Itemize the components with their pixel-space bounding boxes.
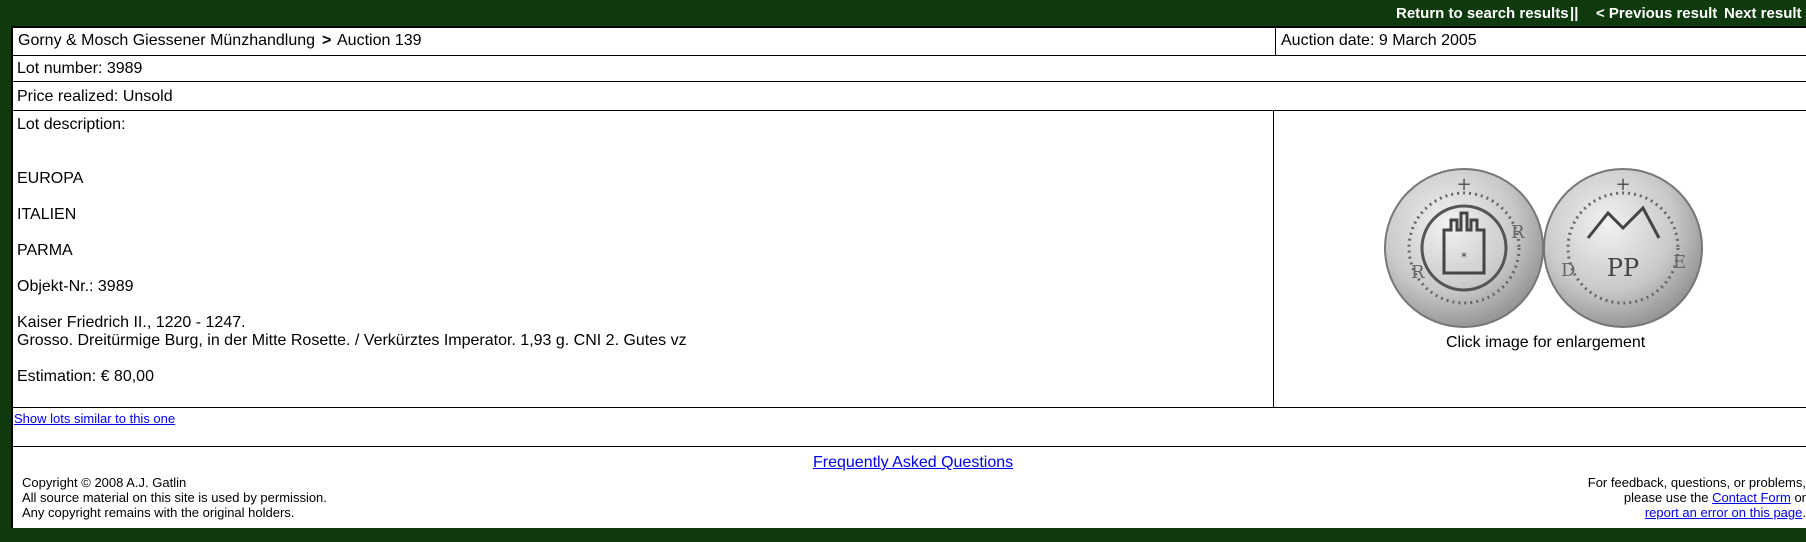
- description-divider: [1273, 110, 1274, 407]
- row-divider: [13, 407, 1806, 408]
- svg-text:E: E: [1673, 252, 1686, 273]
- feedback-suffix: or: [1794, 490, 1806, 505]
- coin-pair-image[interactable]: * + R R PP + D E: [1383, 168, 1703, 330]
- lot-detail-panel: Gorny & Mosch Giessener Münzhandlung > A…: [11, 26, 1806, 528]
- feedback-line: For feedback, questions, or problems,: [1587, 475, 1806, 490]
- svg-text:+: +: [1615, 174, 1630, 195]
- header-divider: [1275, 28, 1276, 55]
- show-similar-lots-link[interactable]: Show lots similar to this one: [14, 411, 175, 426]
- dealer-name: Gorny & Mosch Giessener Münzhandlung: [18, 32, 316, 49]
- lot-line-object-number: Objekt-Nr.: 3989: [17, 278, 134, 295]
- copyright-holders-line: Any copyright remains with the original …: [22, 505, 295, 520]
- top-navigation: Return to search results || < Previous r…: [0, 0, 1806, 26]
- svg-text:D: D: [1561, 260, 1575, 281]
- lot-number: Lot number: 3989: [17, 60, 143, 77]
- row-divider: [13, 110, 1806, 111]
- lot-line-estimation: Estimation: € 80,00: [17, 368, 154, 385]
- row-divider: [13, 446, 1806, 447]
- feedback-contact-line: please use the Contact Form or: [1588, 490, 1806, 505]
- image-caption: Click image for enlargement: [1446, 334, 1646, 351]
- lot-line-region: EUROPA: [17, 170, 84, 187]
- report-error-link[interactable]: report an error on this page: [1645, 505, 1803, 520]
- source-material-line: All source material on this site is used…: [22, 490, 327, 505]
- breadcrumb-arrow: >: [322, 32, 332, 49]
- row-divider: [13, 55, 1806, 56]
- svg-text:+: +: [1456, 174, 1471, 195]
- auction-name: Auction 139: [337, 32, 422, 49]
- contact-form-link[interactable]: Contact Form: [1712, 490, 1791, 505]
- previous-result-link[interactable]: < Previous result: [1596, 5, 1717, 22]
- row-divider: [13, 81, 1806, 82]
- svg-text:PP: PP: [1607, 254, 1639, 282]
- copyright-line: Copyright © 2008 A.J. Gatlin: [22, 475, 187, 490]
- nav-separator: ||: [1570, 5, 1579, 22]
- svg-text:R: R: [1511, 222, 1525, 243]
- coin-image[interactable]: * + R R PP + D E: [1383, 168, 1703, 330]
- next-result-link[interactable]: Next result >: [1724, 5, 1806, 22]
- lot-line-country: ITALIEN: [17, 206, 77, 223]
- faq-link[interactable]: Frequently Asked Questions: [813, 454, 1013, 472]
- lot-line-coin-description: Grosso. Dreitürmige Burg, in der Mitte R…: [17, 332, 687, 349]
- lot-description-label: Lot description:: [17, 116, 126, 133]
- price-realized: Price realized: Unsold: [17, 88, 173, 105]
- return-to-search-link[interactable]: Return to search results: [1396, 5, 1569, 22]
- auction-date: Auction date: 9 March 2005: [1281, 32, 1477, 49]
- lot-line-ruler: Kaiser Friedrich II., 1220 - 1247.: [17, 314, 246, 331]
- svg-text:R: R: [1411, 262, 1425, 283]
- feedback-prefix: please use the: [1623, 490, 1709, 505]
- svg-text:*: *: [1461, 250, 1467, 264]
- feedback-block: For feedback, questions, or problems, pl…: [1588, 475, 1806, 520]
- report-error-line: report an error on this page.: [1588, 505, 1806, 520]
- lot-line-city: PARMA: [17, 242, 73, 259]
- report-error-period: .: [1802, 505, 1806, 520]
